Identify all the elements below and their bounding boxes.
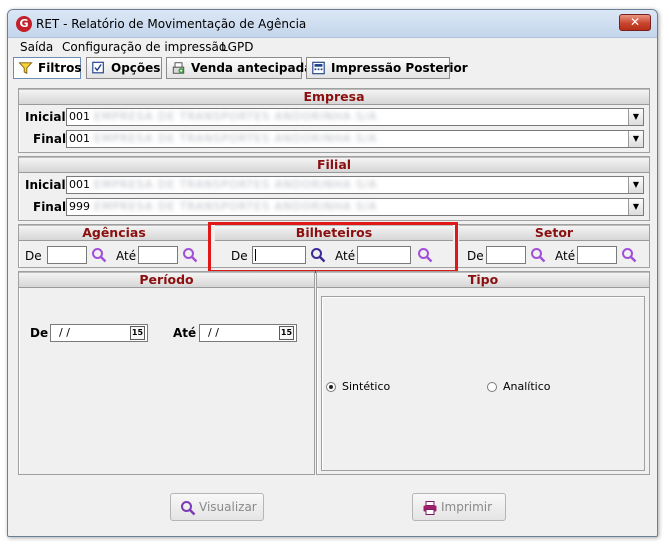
agencias-ate-input[interactable] xyxy=(138,246,178,264)
filial-final-select[interactable]: 999 EMPRESA DE TRANSPORTES ANDORINHA S/A … xyxy=(66,198,644,216)
tab-bar: Filtros Opções Venda antecipada Impressã… xyxy=(8,56,657,80)
tab-filtros[interactable]: Filtros xyxy=(13,57,81,79)
empresa-inicial-code: 001 xyxy=(69,110,90,123)
calculator-icon xyxy=(312,61,325,75)
tab-venda-antecipada[interactable]: Venda antecipada xyxy=(166,57,312,79)
bilheteiros-highlight xyxy=(208,222,458,273)
title-bar: G RET - Relatório de Movimentação de Agê… xyxy=(8,10,657,38)
empresa-inicial-name: EMPRESA DE TRANSPORTES ANDORINHA S/A xyxy=(94,110,378,123)
visualizar-label: Visualizar xyxy=(199,500,257,514)
periodo-header: Período xyxy=(19,272,314,288)
tab-venda-antecipada-label: Venda antecipada xyxy=(191,61,313,75)
empresa-final-name: EMPRESA DE TRANSPORTES ANDORINHA S/A xyxy=(94,132,378,145)
window-title: RET - Relatório de Movimentação de Agênc… xyxy=(36,17,307,31)
empresa-inicial-select[interactable]: 001 EMPRESA DE TRANSPORTES ANDORINHA S/A … xyxy=(66,108,644,126)
tab-opcoes[interactable]: Opções xyxy=(86,57,162,79)
tipo-panel: Tipo Sintético Analítico xyxy=(316,271,650,475)
agencias-de-label: De xyxy=(25,249,42,263)
tab-filtros-label: Filtros xyxy=(38,61,82,75)
cash-register-icon xyxy=(172,62,185,74)
calendar-icon[interactable]: 15 xyxy=(130,326,145,340)
periodo-ate-date[interactable]: / / 15 xyxy=(199,324,297,342)
periodo-ate-label: Até xyxy=(173,326,197,340)
report-window: G RET - Relatório de Movimentação de Agê… xyxy=(7,9,658,537)
tipo-header: Tipo xyxy=(317,272,649,288)
radio-analitico-label: Analítico xyxy=(503,380,551,393)
calendar-icon[interactable]: 15 xyxy=(279,326,294,340)
radio-sintetico-dot[interactable] xyxy=(326,382,336,392)
filial-final-name: EMPRESA DE TRANSPORTES ANDORINHA S/A xyxy=(94,200,378,213)
imprimir-label: Imprimir xyxy=(441,500,493,514)
empresa-panel: Empresa Inicial 001 EMPRESA DE TRANSPORTE… xyxy=(18,88,650,153)
filial-inicial-select[interactable]: 001 EMPRESA DE TRANSPORTES ANDORINHA S/A … xyxy=(66,176,644,194)
setor-ate-label: Até xyxy=(555,249,576,263)
chevron-down-icon[interactable]: ▼ xyxy=(628,131,643,147)
tab-opcoes-label: Opções xyxy=(111,61,161,75)
filial-inicial-label: Inicial xyxy=(25,178,66,192)
empresa-final-label: Final xyxy=(33,132,67,146)
chevron-down-icon[interactable]: ▼ xyxy=(628,177,643,193)
imprimir-button[interactable]: Imprimir xyxy=(412,493,506,521)
empresa-final-select[interactable]: 001 EMPRESA DE TRANSPORTES ANDORINHA S/A … xyxy=(66,130,644,148)
periodo-ate-value: / / xyxy=(208,326,219,339)
setor-de-label: De xyxy=(467,249,484,263)
filial-final-label: Final xyxy=(33,200,67,214)
app-logo-icon: G xyxy=(16,16,32,32)
tab-impressao-posterior-label: Impressão Posterior xyxy=(331,61,468,75)
close-button[interactable]: ✕ xyxy=(619,14,651,31)
magnifier-icon xyxy=(181,501,196,516)
filial-header: Filial xyxy=(19,157,649,173)
search-icon[interactable] xyxy=(621,247,637,263)
filial-panel: Filial Inicial 001 EMPRESA DE TRANSPORTES… xyxy=(18,156,650,221)
menu-lgpd[interactable]: LGPD xyxy=(221,40,253,54)
empresa-final-code: 001 xyxy=(69,132,90,145)
tab-impressao-posterior[interactable]: Impressão Posterior xyxy=(306,57,468,79)
setor-de-input[interactable] xyxy=(486,246,526,264)
periodo-de-date[interactable]: / / 15 xyxy=(50,324,148,342)
search-icon[interactable] xyxy=(91,247,107,263)
printer-icon xyxy=(423,501,437,515)
setor-header: Setor xyxy=(459,225,649,241)
agencias-header: Agências xyxy=(19,225,209,241)
filial-inicial-name: EMPRESA DE TRANSPORTES ANDORINHA S/A xyxy=(94,178,378,191)
filial-final-code: 999 xyxy=(69,200,90,213)
filter-icon xyxy=(18,62,33,74)
checkbox-icon xyxy=(92,61,104,74)
chevron-down-icon[interactable]: ▼ xyxy=(628,109,643,125)
search-icon[interactable] xyxy=(530,247,546,263)
search-icon[interactable] xyxy=(182,247,198,263)
radio-analitico-dot[interactable] xyxy=(487,382,497,392)
periodo-panel: Período De / / 15 Até / / 15 xyxy=(18,271,315,475)
agencias-de-input[interactable] xyxy=(47,246,87,264)
menu-saida[interactable]: Saída xyxy=(20,40,53,54)
periodo-de-value: / / xyxy=(59,326,70,339)
empresa-header: Empresa xyxy=(19,89,649,105)
visualizar-button[interactable]: Visualizar xyxy=(170,493,264,521)
menu-configuracao-impressao[interactable]: Configuração de impressão xyxy=(62,40,226,54)
agencias-ate-label: Até xyxy=(116,249,137,263)
chevron-down-icon[interactable]: ▼ xyxy=(628,199,643,215)
empresa-inicial-label: Inicial xyxy=(25,110,66,124)
radio-sintetico-label: Sintético xyxy=(342,380,391,393)
menu-bar: Saída Configuração de impressão LGPD xyxy=(8,38,657,56)
setor-ate-input[interactable] xyxy=(577,246,617,264)
periodo-de-label: De xyxy=(30,326,49,340)
filial-inicial-code: 001 xyxy=(69,178,90,191)
